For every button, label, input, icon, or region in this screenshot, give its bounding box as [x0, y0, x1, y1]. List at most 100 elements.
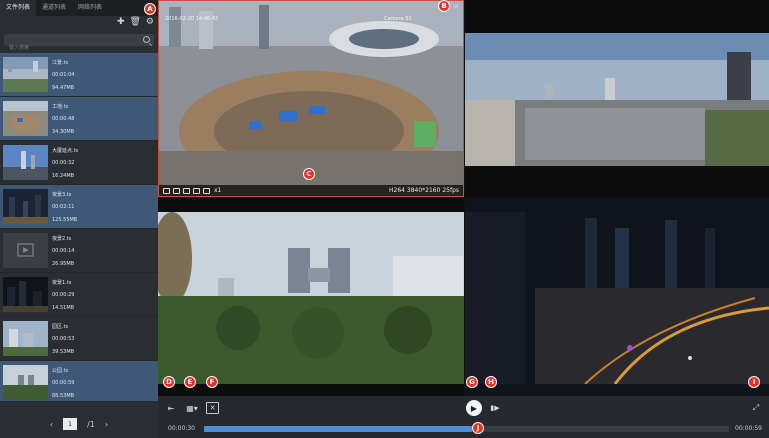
file-duration: 00:00:14: [52, 248, 75, 254]
progress-fill: [204, 426, 472, 432]
file-size: 94.47MB: [52, 85, 75, 91]
next-page-icon[interactable]: ›: [105, 420, 108, 429]
file-size: 34.30MB: [52, 129, 75, 135]
current-time: 00:00:30: [168, 425, 195, 432]
callout-marker: E: [184, 376, 196, 388]
file-toolbar: ✚ 🗑 ⚙: [117, 17, 154, 27]
callout-marker: D: [163, 376, 175, 388]
close-pane-icon[interactable]: ✕: [453, 3, 459, 11]
pager: ‹ /1 ›: [0, 410, 158, 438]
callout-marker: A: [144, 3, 156, 15]
construction-site-video: [159, 1, 463, 196]
file-name: 大厦延点.ts: [52, 148, 79, 154]
sidebar: 文件列表 通道列表 网络列表 ✚ 🗑 ⚙ 江景.ts 00:01:04 94.4…: [0, 0, 158, 438]
prev-page-icon[interactable]: ‹: [50, 420, 53, 429]
total-time: 00:00:59: [735, 425, 762, 432]
page-number-input[interactable]: [63, 418, 78, 430]
callout-marker: C: [303, 168, 315, 180]
list-item[interactable]: 工地.ts 00:00:48 34.30MB: [0, 97, 158, 141]
list-item[interactable]: 夜景2.ts 00:00:14 26.95MB: [0, 229, 158, 273]
play-button[interactable]: ▶: [466, 400, 482, 416]
record-icon[interactable]: [163, 187, 170, 194]
file-duration: 00:00:32: [52, 160, 75, 166]
file-name: 园区.ts: [52, 324, 69, 330]
control-row: ⇤ ▦▾ ✕ ▶ ▮▶ ⤢: [158, 399, 769, 417]
step-forward-icon[interactable]: ▮▶: [490, 402, 500, 414]
settings-icon[interactable]: ⚙: [146, 17, 154, 27]
file-name: 夜景1.ts: [52, 280, 72, 286]
playback-speed: x1: [214, 187, 222, 194]
file-list: 江景.ts 00:01:04 94.47MB 工地.ts 00:00:48 34…: [0, 53, 158, 401]
file-size: 26.95MB: [52, 261, 75, 267]
folder-icon[interactable]: [203, 187, 210, 194]
playback-controls: ⇤ ▦▾ ✕ ▶ ▮▶ ⤢ 00:00:30 00:00:59: [158, 396, 769, 438]
tower-thumb: [3, 145, 48, 180]
file-size: 39.53MB: [52, 349, 75, 355]
osd-camera-label: Camera 01: [384, 16, 412, 22]
toggle-sidebar-icon[interactable]: ⇤: [164, 402, 178, 414]
night-thumb: [3, 189, 48, 224]
tab-file-list[interactable]: 文件列表: [0, 0, 37, 16]
file-name: 公园.ts: [52, 368, 69, 374]
osd-timestamp: 2016-02-20 14:46:42: [165, 16, 219, 22]
grid-layout-icon[interactable]: ▦▾: [182, 402, 202, 414]
file-duration: 00:00:48: [52, 116, 75, 122]
file-size: 125.55MB: [52, 217, 78, 223]
video-placeholder-icon: [3, 233, 48, 268]
video-pane-4[interactable]: [465, 198, 769, 396]
callout-marker: B: [438, 0, 450, 12]
file-name: 夜景3.ts: [52, 192, 72, 198]
callout-marker: G: [466, 376, 478, 388]
snapshot-icon[interactable]: [173, 187, 180, 194]
file-size: 14.51MB: [52, 305, 75, 311]
close-all-icon[interactable]: ✕: [206, 402, 219, 414]
river-thumb: [3, 57, 48, 92]
pane-toolbar: x1 H264 3840*2160 25fps: [159, 185, 463, 196]
list-item[interactable]: 江景.ts 00:01:04 94.47MB: [0, 53, 158, 97]
search-box: [4, 34, 154, 54]
audio-icon[interactable]: [193, 187, 200, 194]
file-duration: 00:02:11: [52, 204, 75, 210]
file-size: 86.53MB: [52, 393, 75, 399]
file-name: 夜景2.ts: [52, 236, 72, 242]
tab-channel-list[interactable]: 通道列表: [36, 0, 72, 16]
file-duration: 00:00:59: [52, 380, 75, 386]
list-item[interactable]: 大厦延点.ts 00:00:32 16.24MB: [0, 141, 158, 185]
file-duration: 00:00:53: [52, 336, 75, 342]
zoom-icon[interactable]: [183, 187, 190, 194]
video-player-app: 文件列表 通道列表 网络列表 ✚ 🗑 ⚙ 江景.ts 00:01:04 94.4…: [0, 0, 769, 438]
file-duration: 00:00:29: [52, 292, 75, 298]
callout-marker: F: [206, 376, 218, 388]
park-thumb: [3, 321, 48, 356]
pane-tool-icons: [159, 187, 210, 194]
delete-icon[interactable]: 🗑: [129, 17, 140, 27]
page-total: /1: [87, 419, 95, 429]
file-name: 江景.ts: [52, 60, 69, 66]
list-item[interactable]: 园区.ts 00:00:53 39.53MB: [0, 317, 158, 361]
night-city-video: [465, 198, 769, 396]
tab-network-list[interactable]: 网络列表: [72, 0, 108, 16]
list-item[interactable]: 夜景3.ts 00:02:11 125.55MB: [0, 185, 158, 229]
site-thumb: [3, 101, 48, 136]
add-icon[interactable]: ✚: [117, 17, 125, 27]
video-pane-3[interactable]: [158, 198, 464, 396]
callout-marker: H: [485, 376, 497, 388]
list-item[interactable]: 夜景1.ts 00:00:29 14.51MB: [0, 273, 158, 317]
video-pane-2[interactable]: [465, 0, 769, 197]
file-size: 16.24MB: [52, 173, 75, 179]
sidebar-tabs: 文件列表 通道列表 网络列表: [0, 0, 158, 16]
codec-info: H264 3840*2160 25fps: [389, 187, 459, 194]
video-grid: 2016-02-20 14:46:42 Camera 01 ✕ x1 H264 …: [158, 0, 769, 396]
file-duration: 00:01:04: [52, 72, 75, 78]
progress-bar[interactable]: [204, 426, 729, 432]
garden-video: [158, 198, 464, 396]
callout-marker: I: [748, 376, 760, 388]
list-item[interactable]: 公园.ts 00:00:59 86.53MB: [0, 361, 158, 401]
garden-thumb: [3, 365, 48, 400]
file-name: 工地.ts: [52, 104, 69, 110]
night-thumb: [3, 277, 48, 312]
parking-lot-video: [465, 0, 769, 197]
search-icon[interactable]: [143, 36, 150, 43]
fullscreen-icon[interactable]: ⤢: [750, 402, 762, 414]
callout-marker: J: [472, 422, 484, 434]
